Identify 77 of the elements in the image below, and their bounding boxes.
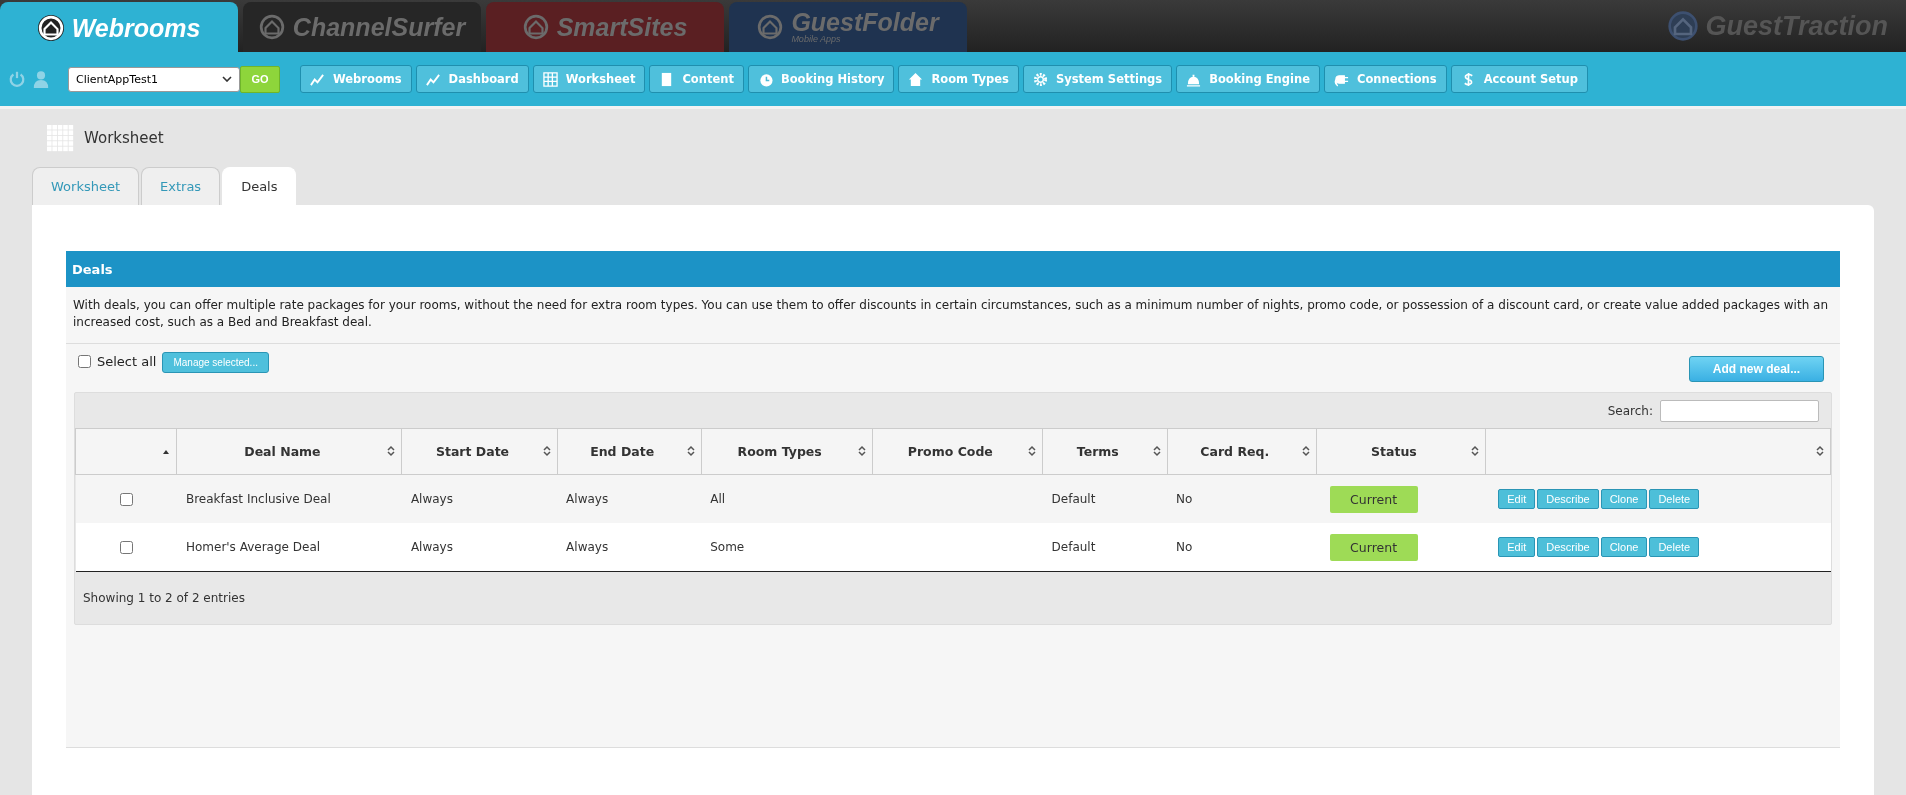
tab[interactable]: Worksheet [32,167,140,205]
house-icon [908,71,924,87]
table-cell: Always [566,492,609,506]
clock-icon [757,71,773,87]
table-cell: No [1176,492,1193,506]
nav-button[interactable]: Worksheet [532,65,646,93]
row-checkbox[interactable] [120,540,134,554]
nav-button[interactable]: Account Setup [1450,65,1588,93]
column-header[interactable] [1485,428,1831,475]
row-action-button[interactable]: Edit [1498,537,1536,557]
user-icon[interactable] [32,70,50,88]
nav-button[interactable]: Booking History [747,65,895,93]
table-cell: Default [1051,540,1096,554]
tab[interactable]: Extras [141,167,221,205]
table-cell: Homer's Average Deal [185,540,321,554]
table-cell: All [710,492,726,506]
search-label: Search: [1607,403,1653,418]
house-logo-icon [757,14,784,40]
row-action-button[interactable]: Clone [1600,489,1648,509]
nav-button[interactable]: System Settings [1022,65,1173,93]
client-select[interactable]: ClientAppTest1 [68,66,240,92]
row-action-button[interactable]: Delete [1649,537,1700,557]
column-header[interactable]: Promo Code [872,428,1043,475]
column-header[interactable]: Room Types [701,428,873,475]
power-icon[interactable] [8,70,26,88]
status-badge: Current [1329,485,1418,513]
add-new-deal-button[interactable]: Add new deal... [1689,356,1824,382]
product-tab[interactable]: Webrooms [0,2,238,54]
go-button[interactable]: GO [240,65,280,93]
column-header[interactable]: Start Date [401,428,558,475]
page-title: Worksheet [84,129,164,147]
table-cell: Some [710,540,745,554]
column-header[interactable]: Status [1316,428,1486,475]
nav-button[interactable]: Content [649,65,744,93]
nav-button[interactable]: Booking Engine [1176,65,1320,93]
grid-icon [542,71,558,87]
column-header[interactable]: Deal Name [176,428,402,475]
table-cell: Default [1051,492,1096,506]
product-tab[interactable]: ChannelSurfer [243,2,481,52]
manage-selected-button[interactable]: Manage selected... [162,352,269,373]
row-action-button[interactable]: Describe [1537,489,1599,509]
nav-button[interactable]: Room Types [898,65,1019,93]
column-header[interactable]: End Date [557,428,702,475]
panel-header: Deals [66,251,1840,287]
table-cell: Always [410,492,453,506]
line-chart-icon [310,71,325,87]
select-all-label: Select all [97,354,157,369]
product-tab[interactable]: SmartSites [486,2,724,52]
nav-button[interactable]: Dashboard [415,65,529,93]
settings-icon [1032,71,1048,87]
panel-description: With deals, you can offer multiple rate packages for your rooms, without the need for extra room types. You can use them to offer discounts in certain circumstances, such as a minimum number of nights, promo code, or possession of a discount card, or create value added packages with an increased cost, such as a Bed and Breakfast deal. [66,287,1840,344]
row-action-button[interactable]: Describe [1537,537,1599,557]
house-logo-icon [37,15,64,41]
table-info: Showing 1 to 2 of 2 entries [83,591,245,605]
column-header[interactable]: Card Req. [1167,428,1317,475]
column-header[interactable] [75,428,177,475]
row-action-button[interactable]: Clone [1600,537,1648,557]
table-cell: Breakfast Inclusive Deal [185,492,331,506]
grid-icon [47,124,74,152]
table-cell: Always [410,540,453,554]
column-header[interactable]: Terms [1042,428,1167,475]
table-cell: No [1176,540,1193,554]
row-checkbox[interactable] [120,492,134,506]
search-field[interactable] [1660,399,1819,422]
house-logo-icon [522,14,549,40]
status-badge: Current [1329,533,1418,561]
select-all-checkbox[interactable] [78,355,91,368]
line-chart-icon [425,71,441,87]
nav-button[interactable]: Webrooms [300,65,412,93]
caret-icon [222,76,232,82]
table-cell: Always [566,540,609,554]
nav-button[interactable]: Connections [1323,65,1447,93]
row-action-button[interactable]: Edit [1498,489,1536,509]
row-action-button[interactable]: Delete [1649,489,1700,509]
product-tab[interactable]: GuestFolder Mobile Apps [729,2,967,52]
tab[interactable]: Deals [222,167,297,205]
house-logo-icon [258,14,285,40]
